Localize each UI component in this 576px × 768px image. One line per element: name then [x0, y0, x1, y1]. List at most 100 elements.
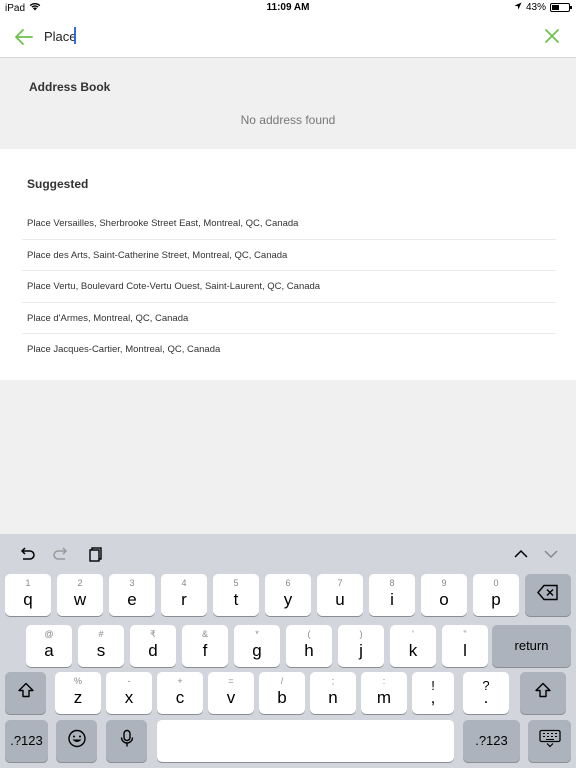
keyboard-dismiss-icon [538, 729, 561, 753]
key-letter: l [463, 641, 467, 660]
chevron-up-icon[interactable] [512, 545, 530, 563]
dictation-key[interactable] [106, 720, 147, 762]
key-c[interactable]: + c [157, 672, 203, 714]
key-e[interactable]: 3e [109, 574, 155, 616]
key-hint: / [280, 676, 284, 686]
suggested-item[interactable]: Place Jacques-Cartier, Montreal, QC, Can… [22, 334, 556, 366]
shift-key-left[interactable] [5, 672, 46, 714]
key-letter: f [202, 641, 208, 660]
key-letter: i [390, 590, 394, 609]
key-r[interactable]: 4r [161, 574, 207, 616]
numbers-key-right[interactable]: .?123 [463, 720, 520, 762]
key-hint: 6 [285, 578, 291, 588]
hide-keyboard-key[interactable] [528, 720, 571, 762]
paste-icon[interactable] [87, 545, 105, 563]
undo-icon[interactable] [18, 545, 36, 563]
text-cursor [74, 27, 76, 44]
key-letter: o [439, 590, 449, 609]
key-letter: b [277, 688, 287, 707]
key-l[interactable]: " l [442, 625, 488, 667]
key-hint: * [255, 629, 259, 639]
key-q[interactable]: 1q [5, 574, 51, 616]
address-book-section: Address Book No address found [0, 58, 576, 149]
key-t[interactable]: 5t [213, 574, 259, 616]
shift-icon [534, 682, 552, 705]
suggested-title: Suggested [27, 177, 89, 191]
backspace-icon [537, 584, 559, 606]
key-w[interactable]: 2w [57, 574, 103, 616]
key-letter: x [124, 688, 134, 707]
key-hint: # [98, 629, 104, 639]
key-n[interactable]: ; n [310, 672, 356, 714]
key-letter: p [491, 590, 501, 609]
space-key[interactable] [157, 720, 454, 762]
key-m[interactable]: :m [361, 672, 407, 714]
key-o[interactable]: 9o [421, 574, 467, 616]
key-letter: z [73, 688, 83, 707]
key-hint: ; [331, 676, 335, 686]
key-y[interactable]: 6y [265, 574, 311, 616]
battery-icon [550, 3, 572, 12]
key-hint: - [127, 676, 131, 686]
key-k[interactable]: ' k [390, 625, 436, 667]
close-icon[interactable] [542, 26, 562, 46]
suggested-item[interactable]: Place Versailles, Sherbrooke Street East… [22, 208, 556, 240]
key-letter: m [376, 688, 392, 707]
keyboard-toolbar [0, 534, 576, 572]
status-time: 11:09 AM [266, 2, 310, 13]
key-hint: " [463, 629, 467, 639]
key-hint: 4 [181, 578, 187, 588]
key-hint: ) [359, 629, 363, 639]
suggested-item[interactable]: Place des Arts, Saint-Catherine Street, … [22, 240, 556, 271]
key-hint: ' [412, 629, 414, 639]
key-letter: u [335, 590, 345, 609]
key-letter: . [483, 688, 489, 707]
key-p[interactable]: 0p [473, 574, 519, 616]
key-z[interactable]: % z [55, 672, 101, 714]
key-f[interactable]: & f [182, 625, 228, 667]
key-i[interactable]: 8i [369, 574, 415, 616]
search-input[interactable] [44, 24, 524, 48]
arrow-left-icon[interactable] [12, 25, 36, 49]
key-hint: ₹ [150, 629, 156, 639]
key-x[interactable]: -x [106, 672, 152, 714]
return-key[interactable]: return [492, 625, 571, 667]
key-s[interactable]: # s [78, 625, 124, 667]
key-hint: 5 [233, 578, 239, 588]
key-hint: ( [307, 629, 311, 639]
key-letter: g [252, 641, 262, 660]
numbers-label: .?123 [10, 733, 43, 748]
suggested-item[interactable]: Place d'Armes, Montreal, QC, Canada [22, 303, 556, 334]
key-hint: 2 [77, 578, 83, 588]
key-letter: j [359, 641, 363, 660]
backspace-key[interactable] [525, 574, 571, 616]
shift-key-right[interactable] [520, 672, 566, 714]
emoji-key[interactable] [56, 720, 97, 762]
redo-icon[interactable] [52, 545, 70, 563]
key-period[interactable]: ?. [463, 672, 509, 714]
key-hint: @ [44, 629, 54, 639]
key-hint: % [73, 676, 82, 686]
key-b[interactable]: / b [259, 672, 305, 714]
return-label: return [514, 638, 549, 653]
key-u[interactable]: 7u [317, 574, 363, 616]
key-d[interactable]: ₹ d [130, 625, 176, 667]
suggested-item[interactable]: Place Vertu, Boulevard Cote-Vertu Ouest,… [22, 271, 556, 303]
address-book-title: Address Book [29, 80, 111, 94]
key-hint: = [228, 676, 234, 686]
key-v[interactable]: = v [208, 672, 254, 714]
key-g[interactable]: * g [234, 625, 280, 667]
chevron-down-icon[interactable] [542, 545, 560, 563]
suggested-list: Place Versailles, Sherbrooke Street East… [22, 208, 556, 366]
key-a[interactable]: @ a [26, 625, 72, 667]
numbers-key-left[interactable]: .?123 [5, 720, 48, 762]
keyboard: 1q 2w 3e 4r 5t 6y 7u 8i 9o 0p @ a # s ₹ d &… [0, 534, 576, 768]
key-h[interactable]: (h [286, 625, 332, 667]
key-j[interactable]: ) j [338, 625, 384, 667]
key-letter: k [408, 641, 418, 660]
key-hint: & [201, 629, 208, 639]
key-hint: 8 [389, 578, 395, 588]
key-comma[interactable]: !, [412, 672, 454, 714]
shift-icon [17, 682, 35, 705]
key-letter: r [181, 590, 187, 609]
